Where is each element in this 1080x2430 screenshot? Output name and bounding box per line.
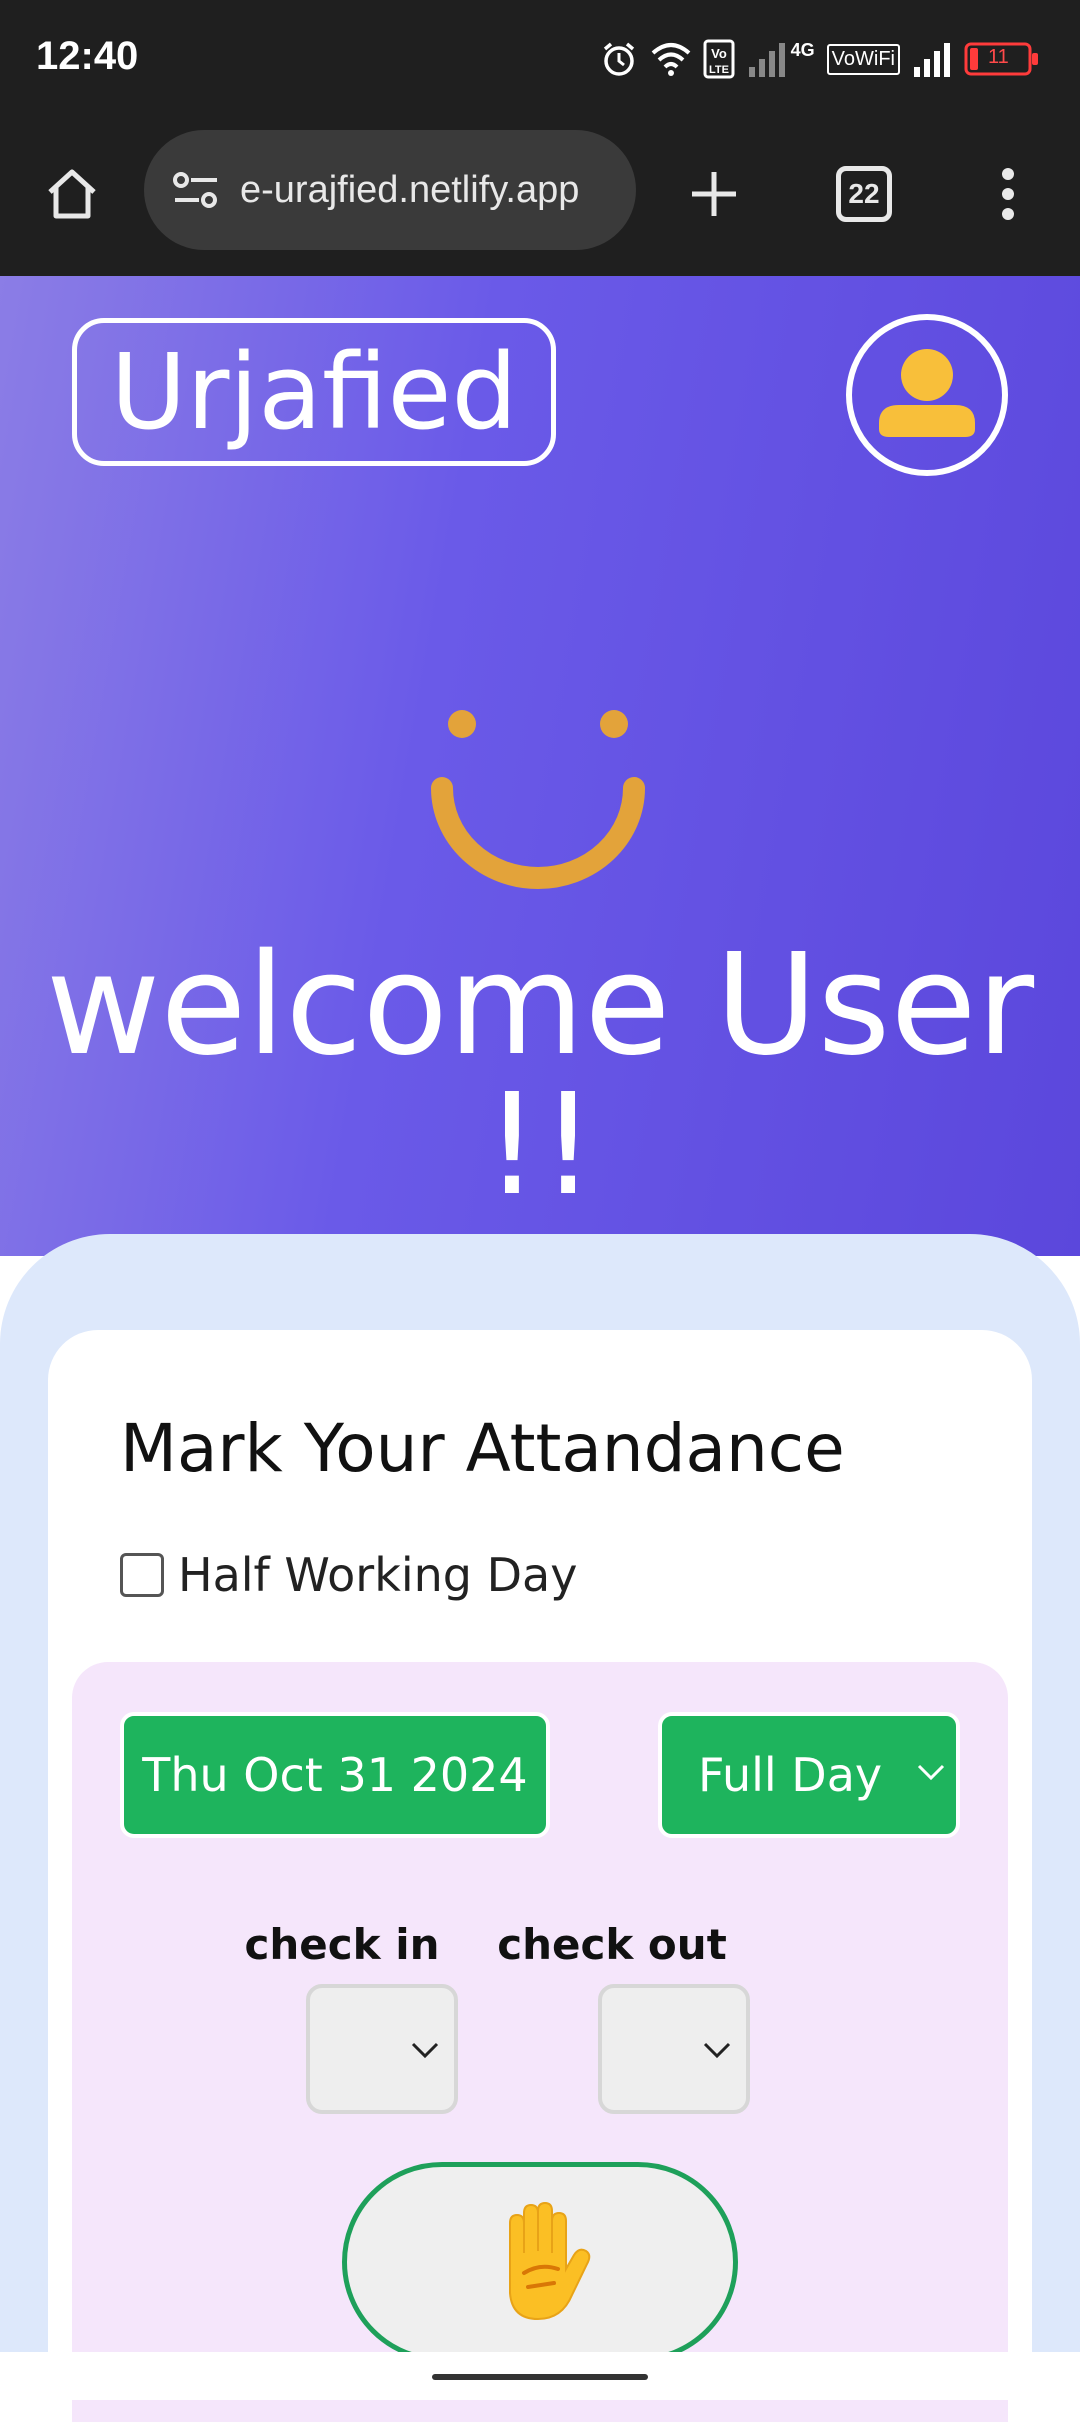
chevron-down-icon — [411, 2042, 439, 2059]
home-button[interactable] — [36, 158, 108, 230]
status-time: 12:40 — [36, 34, 139, 78]
mark-attendance-button[interactable] — [342, 2162, 738, 2362]
smile-icon — [431, 710, 645, 889]
date-picker-button[interactable]: Thu Oct 31 2024 — [120, 1712, 550, 1838]
address-bar[interactable]: e-urajfied.netlify.app — [144, 130, 636, 250]
svg-text:Vo: Vo — [711, 46, 727, 61]
attendance-card: Mark Your Attandance Half Working Day Th… — [48, 1330, 1032, 2430]
hero-section: Urjafied welcome User !! — [0, 276, 1080, 1256]
alarm-icon — [599, 39, 639, 79]
chevron-down-icon — [917, 1764, 945, 1781]
gesture-handle[interactable] — [432, 2374, 648, 2380]
check-in-select[interactable] — [306, 1984, 458, 2114]
browser-toolbar: e-urajfied.netlify.app 22 — [0, 120, 1080, 278]
wifi-icon — [651, 41, 691, 77]
battery-level: 11 — [988, 46, 1009, 68]
content-container: Mark Your Attandance Half Working Day Th… — [0, 1234, 1080, 2430]
svg-text:LTE: LTE — [709, 64, 729, 76]
half-day-label[interactable]: Half Working Day — [178, 1548, 577, 1602]
network-type: 4G — [790, 39, 815, 60]
welcome-heading: welcome User !! — [45, 924, 1035, 1227]
menu-icon — [1002, 168, 1014, 220]
home-icon — [48, 169, 96, 219]
attendance-form: Thu Oct 31 2024 Full Day check in check … — [72, 1662, 1008, 2422]
menu-button[interactable] — [972, 158, 1044, 230]
half-day-checkbox[interactable] — [120, 1553, 164, 1597]
logo[interactable]: Urjafied — [72, 318, 556, 466]
avatar-button[interactable] — [846, 314, 1008, 476]
signal-icon — [747, 41, 787, 77]
half-day-option[interactable]: Half Working Day — [120, 1548, 577, 1602]
vowifi-icon: VoWiFi — [826, 43, 900, 75]
signal-icon — [912, 41, 952, 77]
raised-hand-icon — [509, 2201, 591, 2321]
tab-switcher-button[interactable]: 22 — [828, 158, 900, 230]
volte-icon: Vo LTE — [703, 39, 735, 79]
attendance-title: Mark Your Attandance — [120, 1410, 845, 1487]
site-info-icon[interactable] — [166, 160, 226, 220]
day-type-value: Full Day — [698, 1748, 883, 1802]
chevron-down-icon — [703, 2042, 731, 2059]
url-text[interactable]: e-urajfied.netlify.app — [240, 169, 579, 212]
day-type-select[interactable]: Full Day — [658, 1712, 960, 1838]
check-out-select[interactable] — [598, 1984, 750, 2114]
status-icons: Vo LTE 4G VoWiFi 11 — [599, 34, 1040, 84]
new-tab-button[interactable] — [678, 158, 750, 230]
check-in-label: check in — [244, 1920, 440, 1969]
status-bar: 12:40 Vo LTE 4G VoWiFi 11 — [0, 0, 1080, 120]
new-tab-icon — [692, 172, 736, 216]
tab-switcher-icon: 22 — [836, 166, 892, 222]
check-out-label: check out — [497, 1920, 727, 1969]
gesture-nav-area — [0, 2352, 1080, 2400]
user-icon — [879, 349, 975, 437]
battery-icon: 11 — [964, 42, 1040, 76]
